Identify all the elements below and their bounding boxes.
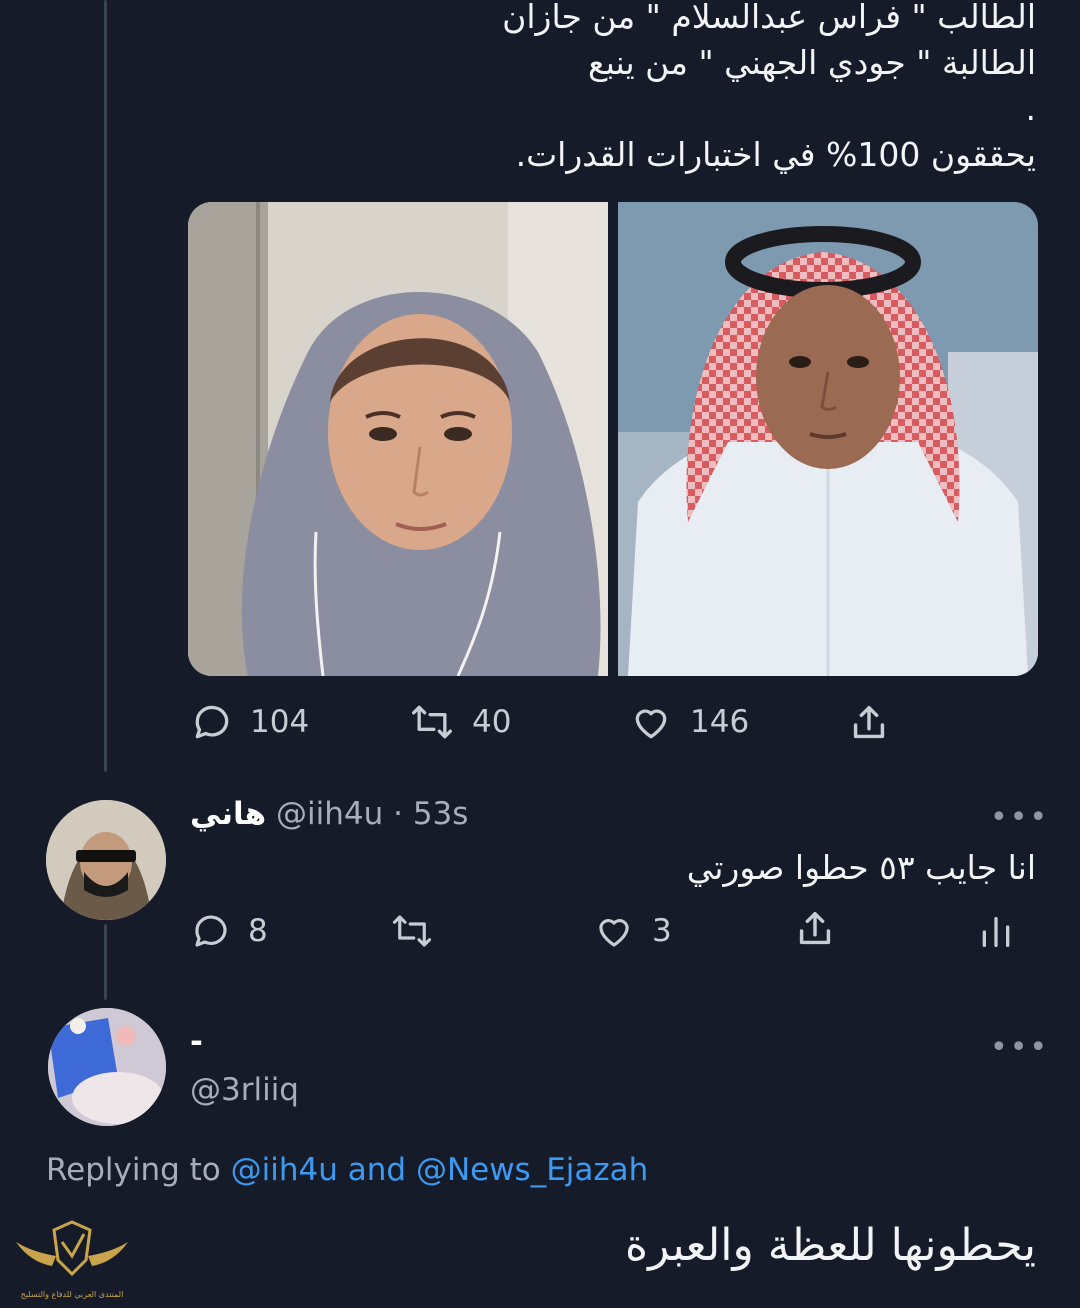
- replying-to-line: Replying to @iih4u and @News_Ejazah: [46, 1152, 648, 1188]
- tweet-line-4: يحققون 100% في اختبارات القدرات.: [515, 135, 1036, 174]
- replying-user-iih4u[interactable]: @iih4u: [231, 1152, 338, 1188]
- reply1-like-count: 3: [652, 913, 672, 949]
- retweet-count: 40: [472, 704, 512, 740]
- retweet-action[interactable]: 40: [408, 700, 511, 744]
- reply1-header: هاني @iih4u · 53s: [190, 796, 468, 832]
- tweet-media[interactable]: [188, 202, 1038, 676]
- avatar-3rliiq-image: [48, 1008, 166, 1126]
- reply1-handle[interactable]: @iih4u: [276, 796, 383, 832]
- retweet-icon: [412, 705, 452, 739]
- reply2-name[interactable]: -: [190, 1024, 203, 1060]
- photo-male-student[interactable]: [618, 202, 1038, 676]
- reply1-text: انا جايب ٥٣ حطوا صورتي: [686, 848, 1036, 887]
- reply1-analytics-action[interactable]: [976, 912, 1016, 952]
- replying-prefix: Replying to: [46, 1152, 221, 1188]
- reply-icon: [195, 705, 229, 739]
- tweet-text: الطالب " فراس عبدالسلام " من جازان الطال…: [502, 0, 1036, 178]
- reply2-text: يحطونها للعظة والعبرة: [625, 1220, 1036, 1271]
- analytics-icon: [982, 917, 1010, 947]
- replying-user-news-ejazah[interactable]: @News_Ejazah: [416, 1152, 648, 1188]
- retweet-icon: [392, 915, 432, 947]
- watermark-text: المنتدى العربي للدفاع والتسليح: [20, 1290, 124, 1299]
- heart-icon: [635, 709, 667, 739]
- reply-count: 104: [250, 704, 310, 740]
- replying-and: and: [347, 1152, 407, 1188]
- reply2-more-icon[interactable]: •••: [990, 1030, 1049, 1065]
- reply1-like-action[interactable]: 3: [592, 910, 672, 952]
- share-icon: [799, 911, 831, 945]
- avatar-hani[interactable]: [46, 800, 166, 920]
- tweet-line-1: الطالب " فراس عبدالسلام " من جازان: [502, 0, 1036, 36]
- thread-line-top: [104, 0, 107, 772]
- tweet-line-2: الطالبة " جودي الجهني " من ينبع: [588, 43, 1036, 82]
- avatar-3rliiq[interactable]: [48, 1008, 166, 1126]
- tweet-thread-screen: الطالب " فراس عبدالسلام " من جازان الطال…: [0, 0, 1080, 1308]
- reply-icon: [195, 915, 227, 947]
- share-action[interactable]: [846, 700, 892, 746]
- forum-watermark-logo: المنتدى العربي للدفاع والتسليح: [12, 1216, 132, 1304]
- like-action[interactable]: 146: [628, 700, 749, 744]
- thread-line-middle: [104, 924, 107, 1000]
- reply1-share-action[interactable]: [792, 906, 838, 952]
- avatar-hani-image: [46, 800, 166, 920]
- reply1-more-icon[interactable]: •••: [990, 800, 1049, 835]
- reply1-time: · 53s: [393, 796, 469, 832]
- photo-female-student[interactable]: [188, 202, 608, 676]
- reply2-handle[interactable]: @3rliiq: [190, 1072, 299, 1108]
- reply1-name[interactable]: هاني: [190, 796, 266, 832]
- reply1-retweet-action[interactable]: [388, 910, 452, 952]
- tweet-line-3: .: [1025, 89, 1037, 128]
- like-count: 146: [690, 704, 750, 740]
- heart-icon: [599, 919, 629, 947]
- share-icon: [853, 705, 885, 739]
- reply1-reply-action[interactable]: 8: [190, 910, 268, 952]
- reply-action[interactable]: 104: [190, 700, 309, 744]
- female-student-illustration: [188, 202, 608, 676]
- reply1-reply-count: 8: [248, 913, 268, 949]
- male-student-illustration: [618, 202, 1038, 676]
